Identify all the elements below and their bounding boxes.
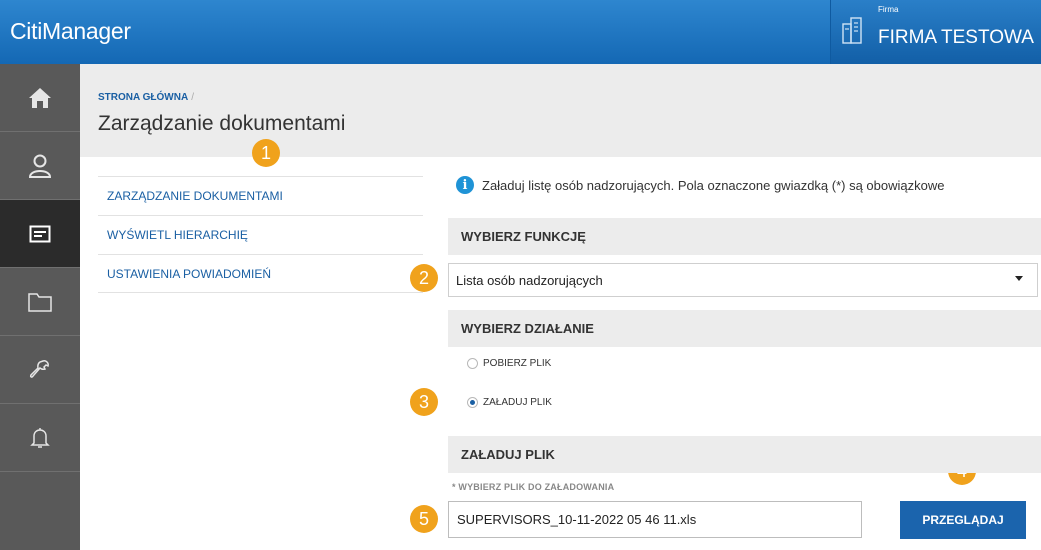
section-select-function: WYBIERZ FUNKCJĘ — [448, 218, 1041, 255]
sidebar-item-folders[interactable] — [0, 268, 80, 336]
section-select-action: WYBIERZ DZIAŁANIE — [448, 310, 1041, 347]
app-title[interactable]: CitiManager — [10, 18, 131, 45]
browse-button[interactable]: PRZEGLĄDAJ — [900, 501, 1026, 539]
nav-item-document-management[interactable]: ZARZĄDZANIE DOKUMENTAMI — [98, 176, 423, 215]
radio-option-upload[interactable]: ZAŁADUJ PLIK — [467, 397, 552, 408]
info-text: Załaduj listę osób nadzorujących. Pola o… — [482, 177, 945, 193]
breadcrumb: STRONA GŁÓWNA / — [98, 92, 194, 103]
file-path-input[interactable]: SUPERVISORS_10-11-2022 05 46 11.xls — [448, 501, 862, 538]
sidebar — [0, 64, 80, 550]
sidebar-item-settings[interactable] — [0, 336, 80, 404]
nav-item-view-hierarchy[interactable]: WYŚWIETL HIERARCHIĘ — [98, 215, 423, 254]
chevron-down-icon — [1015, 276, 1023, 281]
function-select[interactable]: Lista osób nadzorujących — [448, 263, 1038, 297]
company-name: FIRMA TESTOWA — [878, 27, 1034, 48]
wrench-icon — [30, 359, 49, 378]
nav-item-notification-settings[interactable]: USTAWIENIA POWIADOMIEŃ — [98, 254, 423, 293]
section-upload-file: ZAŁADUJ PLIK — [448, 436, 1041, 473]
sidebar-item-notifications[interactable] — [0, 404, 80, 472]
radio-label-download: POBIERZ PLIK — [483, 358, 552, 369]
document-icon — [29, 225, 51, 242]
function-select-value: Lista osób nadzorujących — [456, 272, 603, 288]
bell-icon — [30, 427, 50, 448]
step-badge-3: 3 — [410, 388, 438, 416]
company-switcher[interactable]: Firma FIRMA TESTOWA — [830, 0, 1041, 64]
radio-option-download[interactable]: POBIERZ PLIK — [467, 358, 551, 369]
step-badge-1: 1 — [252, 139, 280, 167]
user-icon — [28, 154, 52, 178]
building-icon — [842, 17, 862, 44]
file-field-label: * WYBIERZ PLIK DO ZAŁADOWANIA — [452, 482, 615, 492]
folder-icon — [28, 292, 52, 312]
radio-label-upload: ZAŁADUJ PLIK — [483, 397, 552, 408]
breadcrumb-separator: / — [191, 92, 194, 103]
top-bar: CitiManager Firma FIRMA TESTOWA — [0, 0, 1041, 64]
home-icon — [29, 87, 51, 108]
breadcrumb-home-link[interactable]: STRONA GŁÓWNA — [98, 92, 188, 103]
info-message: i Załaduj listę osób nadzorujących. Pola… — [456, 176, 944, 194]
radio-button-download[interactable] — [467, 358, 478, 369]
step-badge-5: 5 — [410, 505, 438, 533]
radio-button-upload[interactable] — [467, 397, 478, 408]
sidebar-item-documents[interactable] — [0, 200, 80, 268]
sidebar-item-profile[interactable] — [0, 132, 80, 200]
page-title: Zarządzanie dokumentami — [98, 112, 346, 135]
company-label: Firma — [878, 5, 899, 14]
document-nav: ZARZĄDZANIE DOKUMENTAMI WYŚWIETL HIERARC… — [98, 176, 423, 293]
info-icon: i — [456, 176, 474, 194]
page-header: STRONA GŁÓWNA / Zarządzanie dokumentami — [80, 64, 1041, 157]
sidebar-item-home[interactable] — [0, 64, 80, 132]
